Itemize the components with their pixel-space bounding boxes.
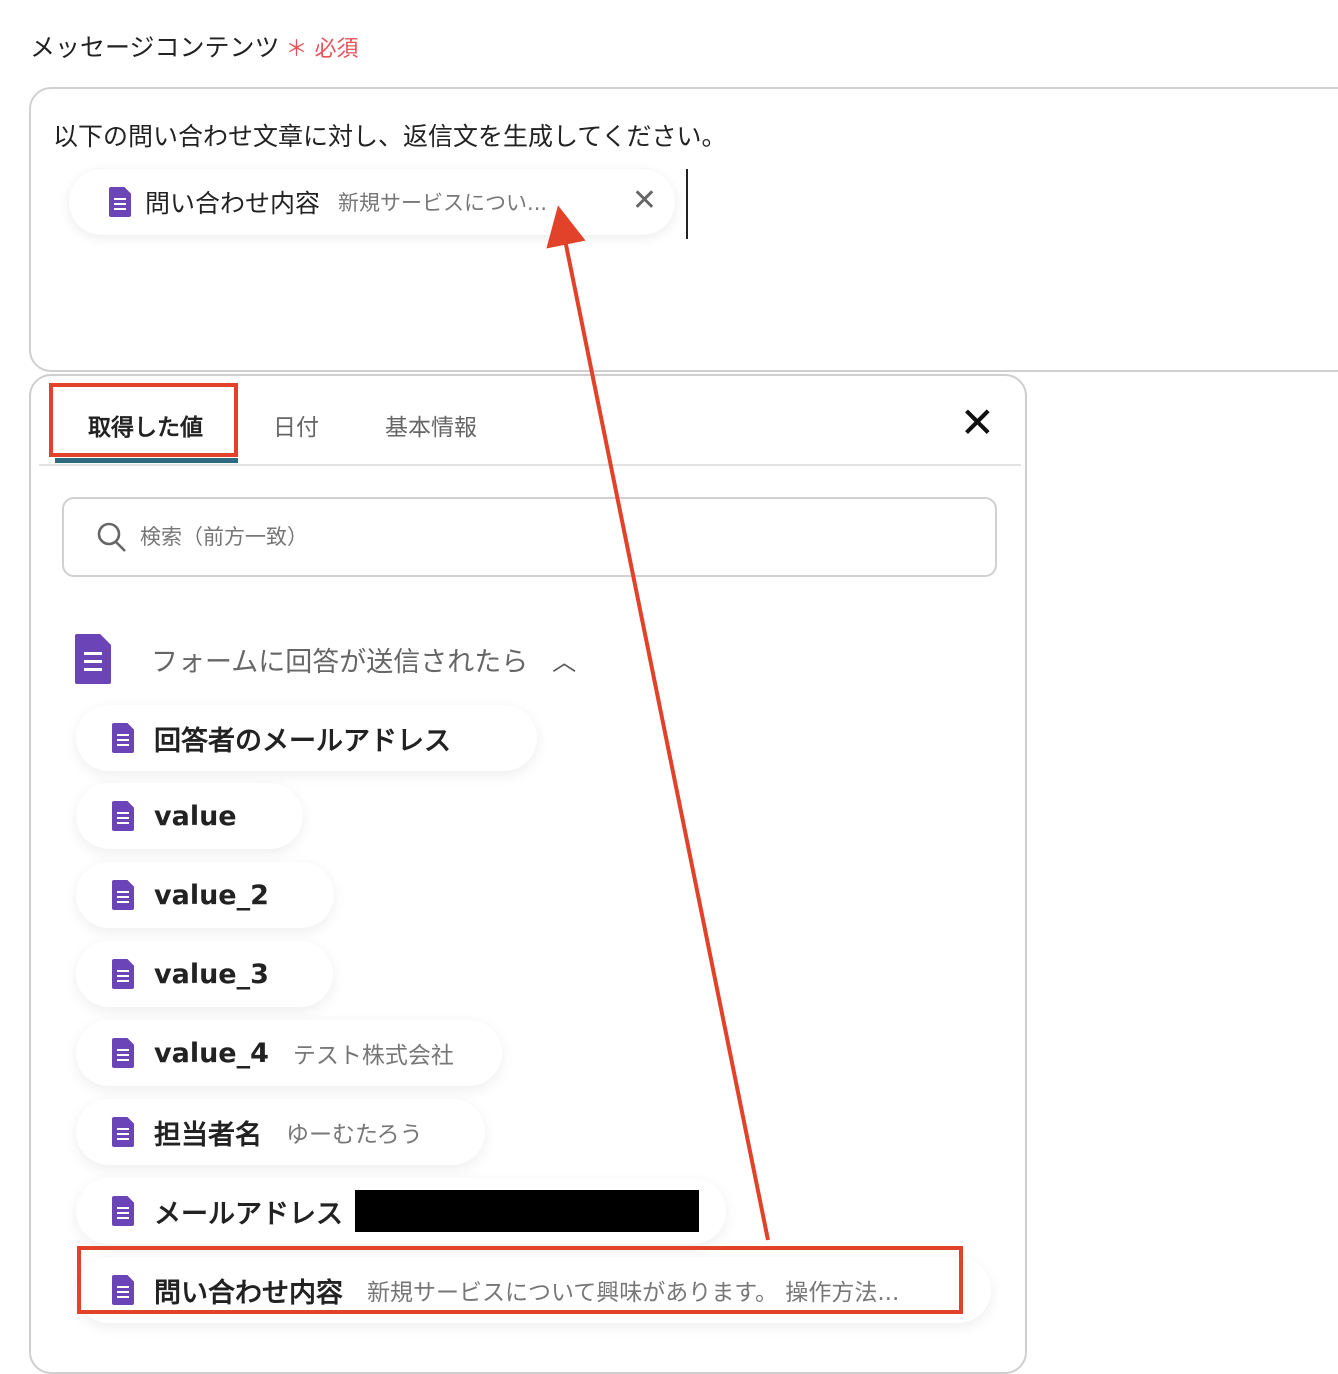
annotation-arrow [546,205,770,1241]
